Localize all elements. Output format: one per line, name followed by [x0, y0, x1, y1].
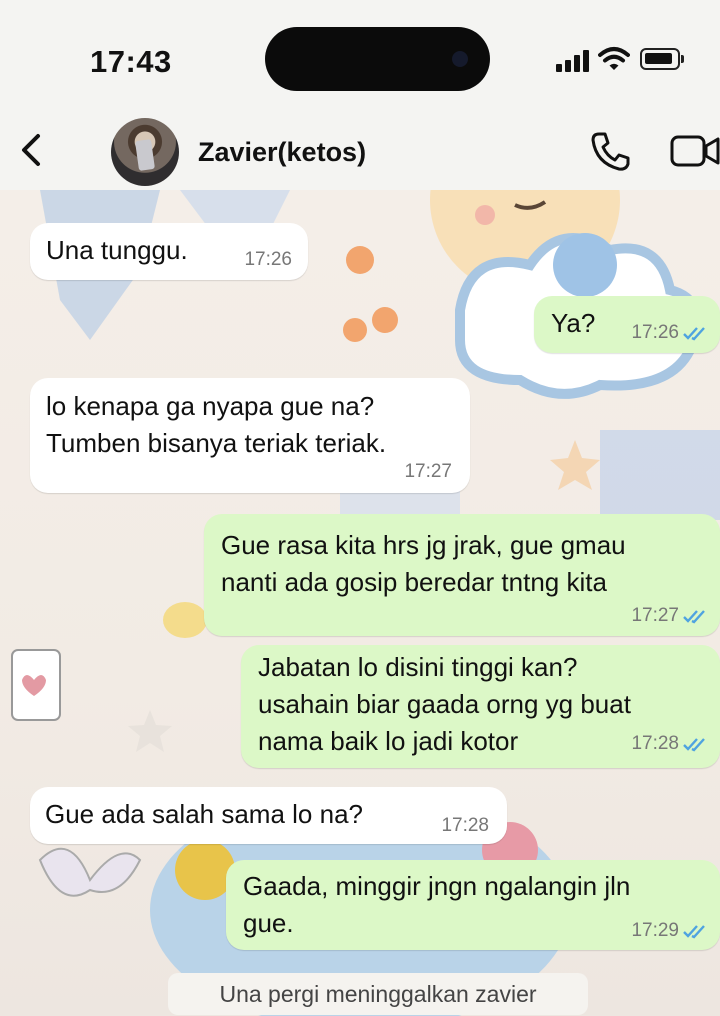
message-bubble-incoming[interactable]: Gue ada salah sama lo na? 17:28 [30, 787, 507, 844]
message-bubble-outgoing[interactable]: Gue rasa kita hrs jg jrak, gue gmau nant… [204, 514, 720, 636]
back-chevron-icon[interactable] [16, 130, 46, 170]
message-text: lo kenapa ga nyapa gue na? Tumben bisany… [46, 391, 387, 458]
message-text: Gue ada salah sama lo na? [45, 799, 363, 829]
message-meta: 17:28 [441, 815, 489, 837]
chat-area[interactable]: Una tunggu. 17:26 Ya? 17:26 lo kenapa ga… [0, 190, 720, 1016]
message-meta: 17:27 [631, 605, 710, 627]
message-text: Gue rasa kita hrs jg jrak, gue gmau nant… [221, 530, 626, 597]
message-time: 17:27 [631, 605, 679, 626]
message-time: 17:29 [631, 920, 679, 941]
contact-name[interactable]: Zavier(ketos) [198, 137, 366, 168]
message-meta: 17:28 [631, 733, 710, 755]
dynamic-island [265, 27, 490, 91]
message-bubble-outgoing[interactable]: Gaada, minggir jngn ngalangin jln gue. 1… [226, 860, 720, 950]
message-time: 17:27 [404, 461, 452, 482]
system-notice: Una pergi meninggalkan zavier [168, 973, 588, 1015]
message-bubble-incoming[interactable]: Una tunggu. 17:26 [30, 223, 308, 280]
read-ticks-icon [683, 610, 705, 624]
status-bar: 17:43 [0, 0, 720, 118]
message-bubble-outgoing[interactable]: Ya? 17:26 [534, 296, 720, 353]
signal-icon [556, 50, 590, 72]
message-time: 17:26 [631, 322, 679, 343]
battery-icon [640, 48, 684, 70]
message-meta: 17:26 [631, 322, 710, 344]
status-time: 17:43 [90, 44, 172, 79]
read-ticks-icon [683, 738, 705, 752]
message-time: 17:28 [631, 733, 679, 754]
avatar[interactable] [111, 118, 179, 186]
chat-header: Zavier(ketos) [0, 118, 720, 191]
message-bubble-outgoing[interactable]: Jabatan lo disini tinggi kan? usahain bi… [241, 645, 720, 768]
message-meta: 17:29 [631, 920, 710, 942]
wifi-icon [598, 47, 630, 70]
read-ticks-icon [683, 327, 705, 341]
message-meta: 17:27 [404, 461, 452, 483]
message-meta: 17:26 [244, 249, 292, 271]
message-time: 17:26 [244, 249, 292, 270]
message-bubble-incoming[interactable]: lo kenapa ga nyapa gue na? Tumben bisany… [30, 378, 470, 493]
phone-icon[interactable] [590, 130, 630, 172]
read-ticks-icon [683, 925, 705, 939]
message-time: 17:28 [441, 815, 489, 836]
video-camera-icon[interactable] [670, 134, 720, 168]
